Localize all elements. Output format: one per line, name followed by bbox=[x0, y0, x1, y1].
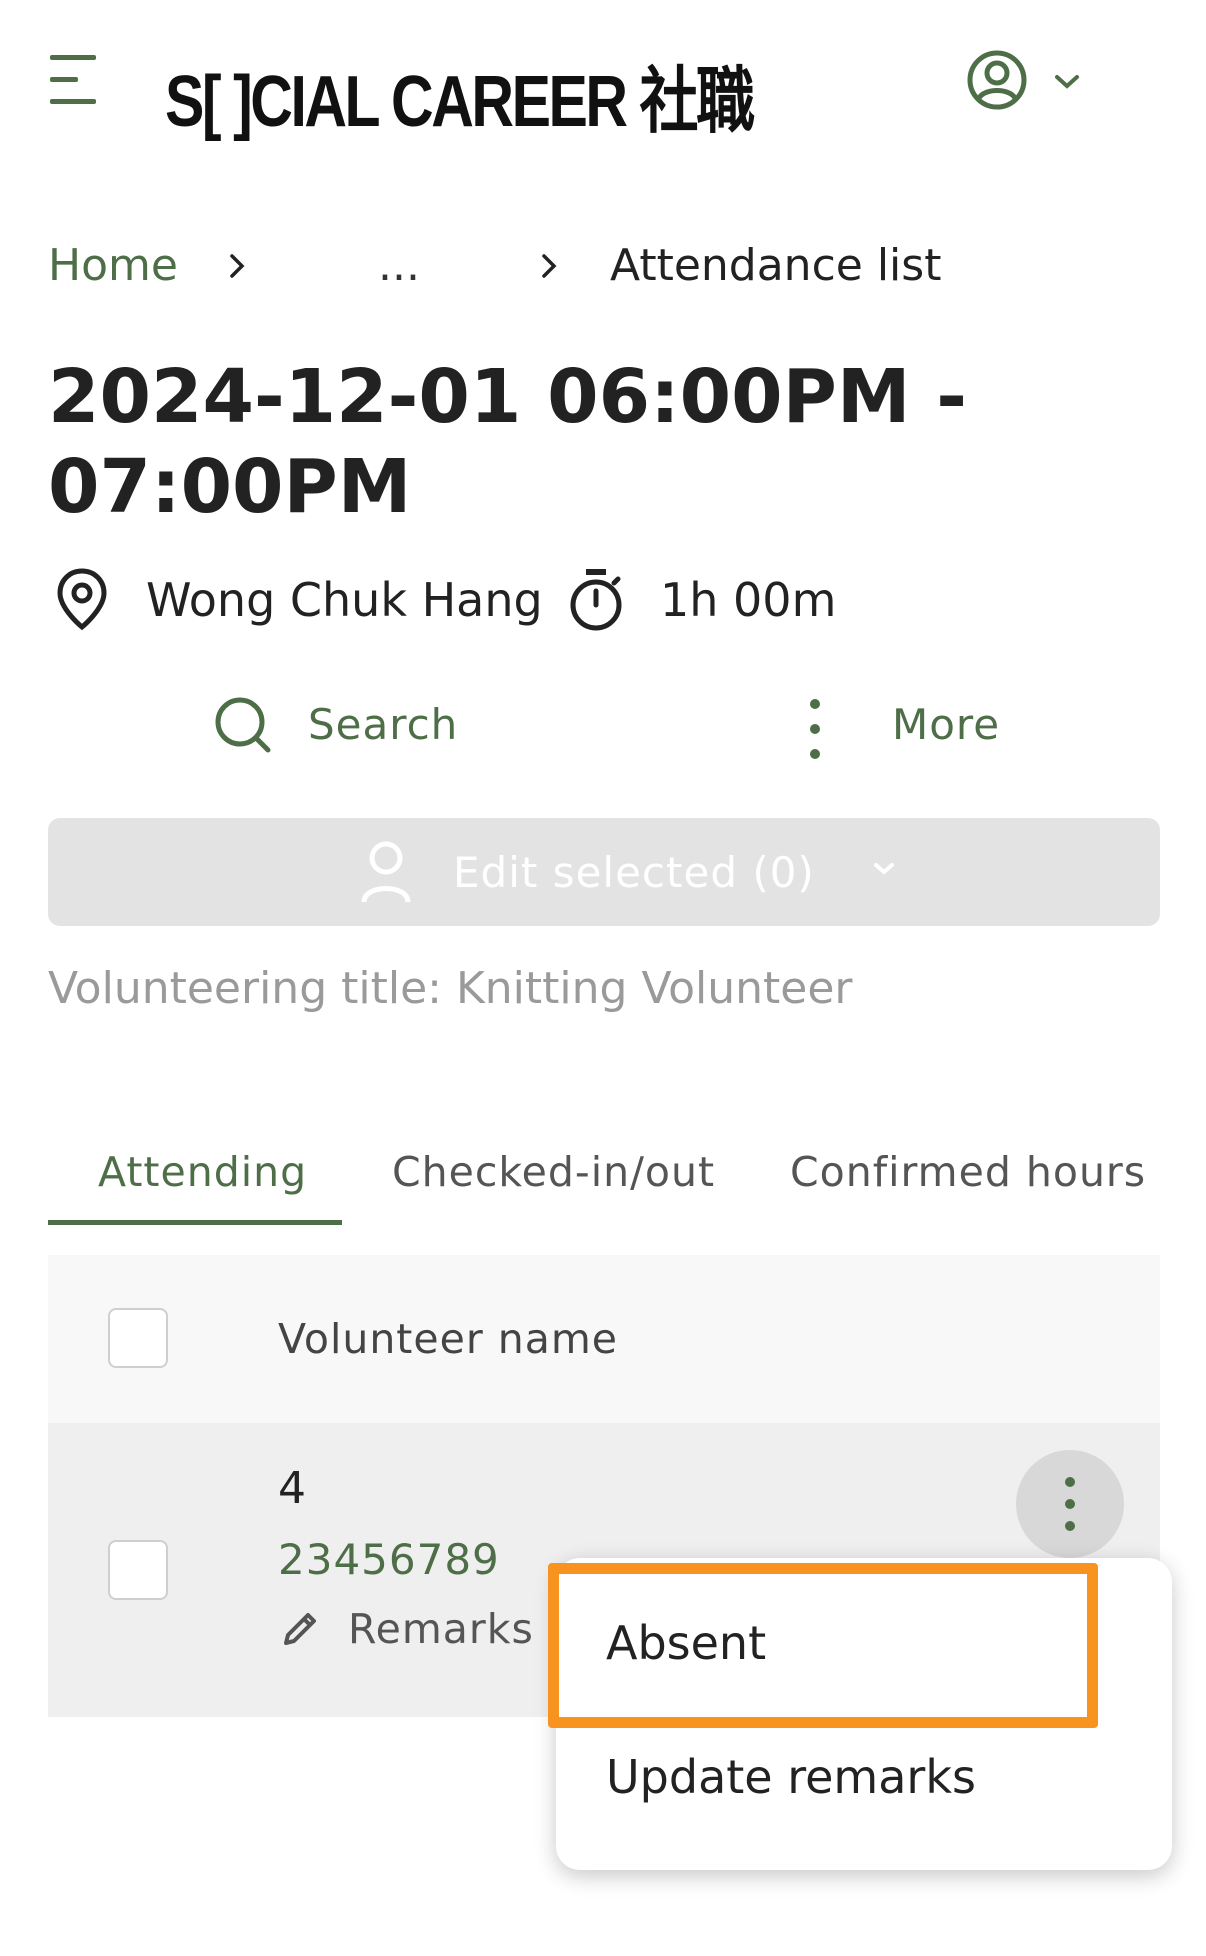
edit-selected-label: Edit selected (0) bbox=[453, 848, 815, 897]
remarks-label: Remarks bbox=[348, 1605, 534, 1653]
event-duration: 1h 00m bbox=[660, 573, 837, 627]
row-select-checkbox[interactable] bbox=[108, 1540, 168, 1600]
chevron-down-icon bbox=[1055, 75, 1079, 89]
pencil-icon bbox=[284, 1613, 316, 1645]
breadcrumb-home-link[interactable]: Home bbox=[48, 240, 178, 291]
chevron-down-icon bbox=[874, 863, 894, 875]
volunteer-id: 4 bbox=[278, 1463, 306, 1514]
search-icon bbox=[215, 697, 271, 753]
volunteering-title: Volunteering title: Knitting Volunteer bbox=[48, 963, 853, 1014]
timer-icon bbox=[570, 569, 622, 631]
volunteer-phone[interactable]: 23456789 bbox=[278, 1535, 500, 1584]
active-tab-indicator bbox=[48, 1220, 342, 1225]
row-context-menu: Absent Update remarks bbox=[556, 1558, 1172, 1870]
event-meta: Wong Chuk Hang 1h 00m bbox=[48, 565, 1158, 635]
table-header: Volunteer name bbox=[48, 1255, 1160, 1423]
page-title: 2024-12-01 06:00PM - 07:00PM bbox=[48, 354, 968, 530]
action-bar: Search More bbox=[0, 690, 1206, 770]
more-vertical-icon bbox=[810, 699, 820, 759]
breadcrumb-ellipsis[interactable]: ... bbox=[378, 240, 420, 291]
menu-item-label: Update remarks bbox=[606, 1750, 976, 1804]
menu-item-update-remarks[interactable]: Update remarks bbox=[556, 1704, 1172, 1834]
more-vertical-icon bbox=[1065, 1477, 1075, 1531]
person-icon bbox=[361, 841, 411, 903]
chevron-right-icon bbox=[230, 254, 245, 278]
menu-item-label: Absent bbox=[606, 1616, 767, 1670]
breadcrumb-current: Attendance list bbox=[610, 240, 942, 291]
breadcrumb: Home ... Attendance list bbox=[48, 240, 1158, 300]
menu-item-absent[interactable]: Absent bbox=[556, 1558, 1172, 1688]
attendance-tabs: Attending Checked-in/out Confirmed hours bbox=[48, 1148, 1160, 1228]
event-location: Wong Chuk Hang bbox=[146, 573, 543, 627]
social-career-logo[interactable]: S[ ]CIAL CAREER 社職 bbox=[165, 42, 755, 147]
hamburger-menu-icon[interactable] bbox=[50, 55, 106, 105]
account-circle-icon bbox=[967, 50, 1027, 110]
account-menu[interactable] bbox=[965, 48, 1085, 118]
search-label: Search bbox=[308, 700, 459, 749]
select-all-checkbox[interactable] bbox=[108, 1308, 168, 1368]
tab-confirmed-hours[interactable]: Confirmed hours bbox=[790, 1148, 1146, 1228]
more-label: More bbox=[892, 700, 1001, 749]
chevron-right-icon bbox=[542, 254, 557, 278]
edit-selected-button[interactable]: Edit selected (0) bbox=[48, 818, 1160, 926]
row-actions-button[interactable] bbox=[1016, 1450, 1124, 1558]
search-button[interactable]: Search bbox=[212, 690, 472, 770]
app-header: S[ ]CIAL CAREER 社職 bbox=[0, 0, 1206, 170]
remarks-button[interactable]: Remarks bbox=[278, 1599, 578, 1659]
more-button[interactable]: More bbox=[800, 690, 1020, 770]
column-volunteer-name: Volunteer name bbox=[278, 1315, 618, 1363]
location-pin-icon bbox=[57, 568, 107, 631]
tab-attending[interactable]: Attending bbox=[98, 1148, 307, 1228]
tab-checked-in-out[interactable]: Checked-in/out bbox=[392, 1148, 715, 1228]
